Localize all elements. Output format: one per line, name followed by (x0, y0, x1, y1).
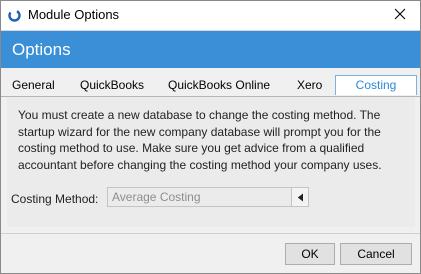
app-logo-icon (8, 9, 21, 22)
tab-quickbooks-online[interactable]: QuickBooks Online (168, 76, 270, 94)
window-title: Module Options (28, 7, 120, 22)
costing-message: You must create a new database to change… (18, 107, 410, 173)
tab-costing[interactable]: Costing (335, 75, 417, 95)
message-line: You must create a new database to change… (18, 108, 381, 122)
costing-panel: You must create a new database to change… (7, 97, 415, 227)
tab-general[interactable]: General (12, 76, 55, 94)
title-bar: Module Options (1, 1, 420, 31)
tab-strip: General QuickBooks QuickBooks Online Xer… (1, 74, 420, 97)
module-options-dialog: Module Options Options General QuickBook… (0, 0, 421, 274)
tab-xero[interactable]: Xero (297, 76, 322, 94)
close-button[interactable] (380, 1, 420, 30)
costing-method-label: Costing Method: (11, 192, 99, 206)
options-header: Options (1, 31, 420, 68)
message-line: startup wizard for the new company datab… (18, 124, 381, 139)
message-line: accountant before changing the costing m… (18, 157, 382, 172)
cancel-button[interactable]: Cancel (340, 243, 412, 265)
costing-method-value: Average Costing (112, 190, 201, 204)
close-icon (394, 8, 406, 23)
ok-button[interactable]: OK (285, 243, 335, 265)
message-line: costing method to use. Make sure you get… (18, 141, 365, 155)
tab-quickbooks[interactable]: QuickBooks (80, 76, 144, 94)
dialog-footer: OK Cancel (1, 233, 420, 273)
header-title: Options (12, 40, 71, 59)
dropdown-arrow-icon[interactable] (291, 188, 308, 206)
costing-method-select[interactable]: Average Costing (107, 187, 309, 207)
